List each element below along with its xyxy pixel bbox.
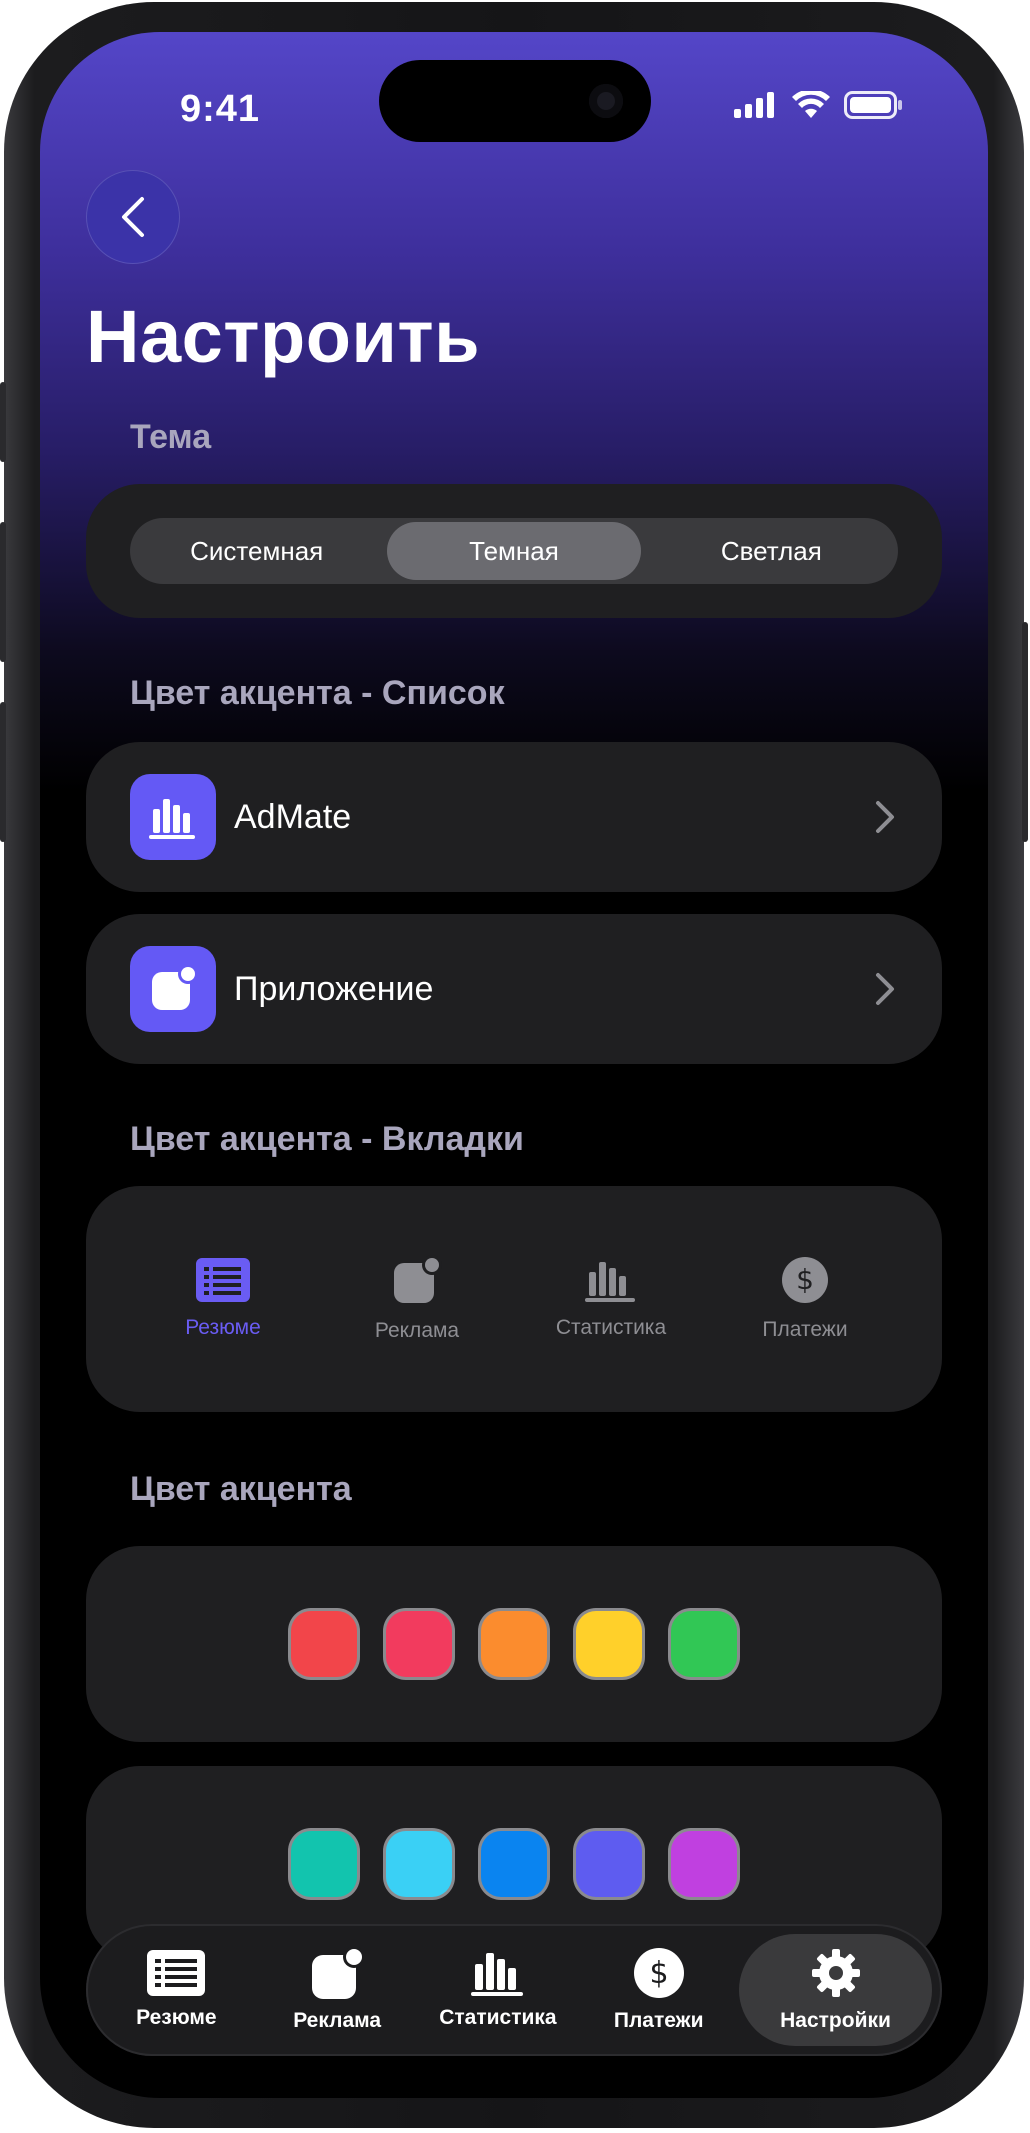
color-swatch[interactable] [291, 1611, 357, 1677]
tab-preview-stats[interactable]: Статистика [531, 1258, 691, 1340]
theme-segmented-control: Системная Темная Светлая [130, 518, 898, 584]
color-swatch[interactable] [671, 1831, 737, 1897]
screen: 9:41 Настроить Тема Системная Темная Све… [40, 32, 988, 2098]
battery-icon [844, 91, 902, 119]
signal-icon [734, 92, 774, 118]
tab-label: Настройки [780, 2009, 891, 2032]
list-icon [147, 1950, 206, 1996]
tab-label: Статистика [439, 2006, 557, 2029]
list-item-app[interactable]: Приложение [86, 914, 942, 1064]
theme-option-system[interactable]: Системная [130, 518, 383, 584]
list-item-admate[interactable]: AdMate [86, 742, 942, 892]
tab-preview-label: Платежи [762, 1318, 848, 1341]
tab-preview-summary[interactable]: Резюме [143, 1258, 303, 1340]
tab-label: Платежи [613, 2009, 704, 2032]
svg-text:$: $ [796, 1263, 814, 1296]
status-icons [734, 90, 904, 120]
accent-color-section-label: Цвет акцента [130, 1470, 352, 1508]
chevron-left-icon [122, 197, 144, 237]
tab-label: Реклама [293, 2009, 382, 2032]
theme-option-dark[interactable]: Темная [387, 522, 641, 580]
color-swatch[interactable] [576, 1611, 642, 1677]
app-badge-icon [130, 946, 216, 1032]
list-icon [196, 1258, 250, 1302]
dollar-icon: $ [633, 1948, 684, 1998]
volume-up-button [0, 522, 6, 662]
tab-label: Резюме [136, 2006, 217, 2029]
bar-chart-icon [585, 1262, 635, 1302]
app-badge-icon [394, 1255, 442, 1303]
phone-frame: 9:41 Настроить Тема Системная Темная Све… [0, 2, 1028, 2128]
chevron-right-icon [876, 801, 894, 833]
action-button [0, 382, 6, 462]
page-title: Настроить [86, 295, 481, 378]
tab-stats[interactable]: Статистика [418, 1934, 579, 2046]
color-swatch[interactable] [576, 1831, 642, 1897]
back-button[interactable] [86, 170, 180, 264]
color-swatch[interactable] [671, 1611, 737, 1677]
gear-icon [811, 1949, 860, 1997]
dynamic-island [379, 60, 651, 142]
status-time: 9:41 [180, 88, 261, 130]
theme-option-light[interactable]: Светлая [645, 518, 898, 584]
tab-bar: Резюме Реклама Статистика $ Платежи Наст… [86, 1924, 942, 2056]
power-button [1022, 622, 1028, 842]
bar-chart-icon [130, 774, 216, 860]
svg-text:$: $ [649, 1956, 668, 1991]
tab-preview-label: Реклама [374, 1319, 460, 1342]
tab-settings[interactable]: Настройки [739, 1934, 932, 2046]
volume-down-button [0, 702, 6, 842]
camera-icon [589, 84, 623, 118]
tab-preview-ads[interactable]: Реклама [337, 1255, 497, 1343]
accent-list-section-label: Цвет акцента - Список [130, 674, 505, 712]
tab-ads[interactable]: Реклама [257, 1934, 418, 2046]
list-item-label: AdMate [234, 797, 352, 836]
app-badge-icon [312, 1947, 365, 1999]
theme-section-label: Тема [130, 418, 212, 456]
color-swatch[interactable] [386, 1611, 452, 1677]
tab-preview-payments[interactable]: $ Платежи [725, 1256, 885, 1342]
color-swatch[interactable] [386, 1831, 452, 1897]
tab-summary[interactable]: Резюме [96, 1934, 257, 2046]
list-item-label: Приложение [234, 969, 434, 1008]
chevron-right-icon [876, 973, 894, 1005]
bar-chart-icon [470, 1953, 523, 1996]
tab-payments[interactable]: $ Платежи [578, 1934, 739, 2046]
dollar-icon: $ [782, 1257, 828, 1303]
theme-card: Системная Темная Светлая [86, 484, 942, 618]
color-palette-row-1 [86, 1546, 942, 1742]
wifi-icon [792, 91, 830, 118]
tab-preview-label: Статистика [555, 1316, 667, 1339]
tab-preview-label: Резюме [185, 1316, 261, 1339]
color-swatch[interactable] [291, 1831, 357, 1897]
color-swatch[interactable] [481, 1831, 547, 1897]
accent-tabs-section-label: Цвет акцента - Вкладки [130, 1120, 524, 1158]
color-swatch[interactable] [481, 1611, 547, 1677]
accent-tabs-card: Резюме Реклама Статистика $ Платежи [86, 1186, 942, 1412]
